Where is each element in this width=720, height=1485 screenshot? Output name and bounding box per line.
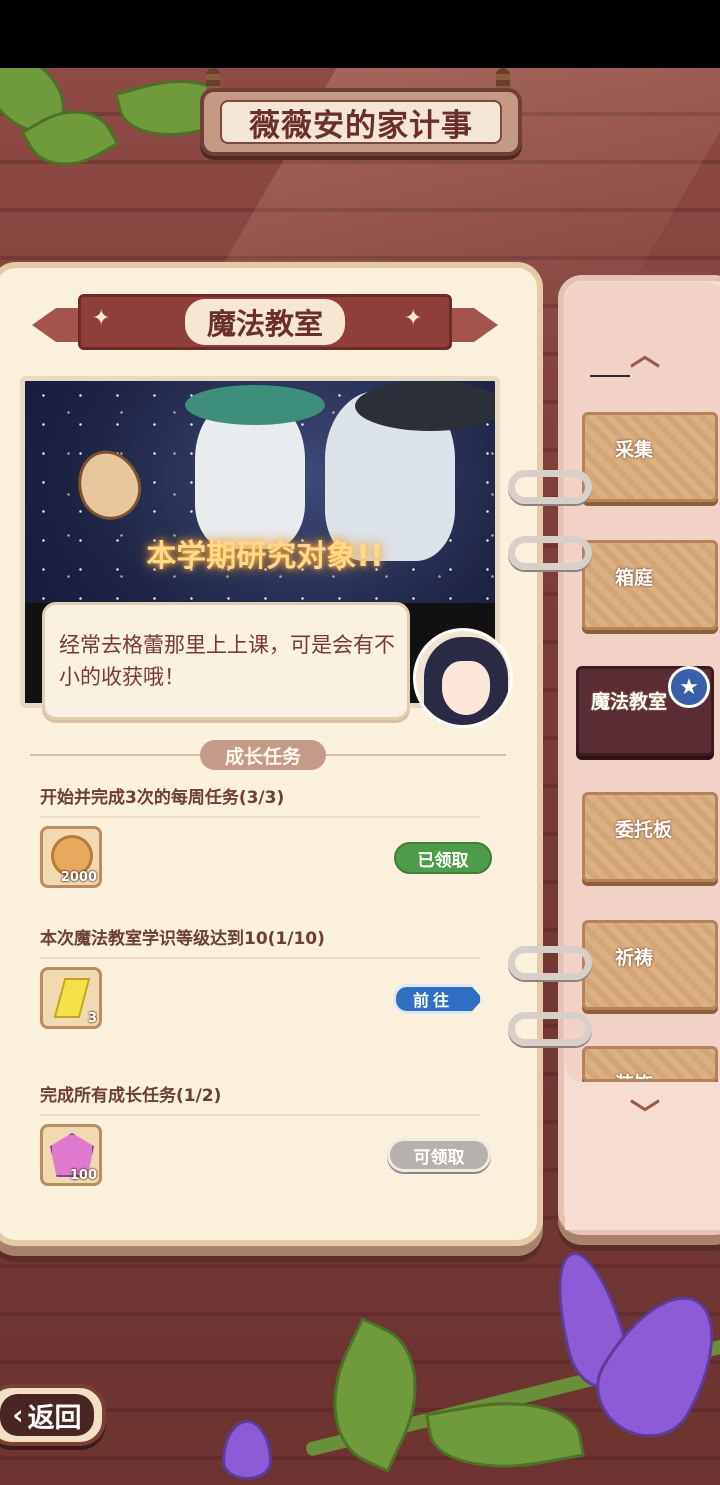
reward-item[interactable]: 100 (40, 1124, 102, 1186)
back-arrow-icon: ‹ (12, 1399, 24, 1431)
section-banner: 魔法教室 ✦ ✦ (32, 292, 498, 354)
npc-avatar (413, 628, 513, 728)
divider-left (30, 754, 200, 756)
avatar-face (442, 661, 490, 715)
tab-commission-board[interactable]: 委托板 (582, 792, 718, 882)
speech-bubble: 经常去格蕾那里上上课，可是会有不小的收获哦！ (42, 602, 410, 720)
back-text: 返回 (27, 1402, 82, 1434)
section-title: 魔法教室 (184, 299, 345, 345)
task-title: 完成所有成长任务(1/2) (40, 1086, 222, 1106)
tasks-header: 成长任务 (200, 740, 326, 770)
tab-scroll-up-icon[interactable]: ︿ (630, 330, 660, 374)
task-title: 本次魔法教室学识等级达到10(1/10) (40, 929, 325, 949)
binder-ring (508, 470, 592, 504)
reward-qty: 3 (87, 1011, 97, 1026)
sparkle-icon: ✦ (92, 306, 111, 331)
go-button[interactable]: 前往 (393, 984, 483, 1014)
binder-ring (508, 946, 592, 980)
task-divider (40, 816, 480, 818)
tab-gather[interactable]: 采集 (582, 412, 718, 502)
binder-ring (508, 1012, 592, 1046)
tab-prayer[interactable]: 祈祷 (582, 920, 718, 1010)
claim-button[interactable]: 可领取 (387, 1138, 491, 1172)
dialog-text: 经常去格蕾那里上上课，可是会有不小的收获哦！ (59, 633, 395, 689)
divider-right (326, 754, 506, 756)
binder-ring (508, 536, 592, 570)
page-title: 薇薇安的家计事 (249, 107, 473, 144)
star-badge-icon: ★ (668, 666, 710, 708)
reward-item[interactable]: 3 (40, 967, 102, 1029)
divider (590, 375, 630, 377)
task-title: 开始并完成3次的每周任务(3/3) (40, 788, 285, 808)
reward-qty: 2000 (60, 870, 97, 885)
tab-label: 委托板 (615, 819, 673, 841)
reward-qty: 100 (69, 1168, 97, 1183)
tab-label: 魔法教室 (591, 691, 668, 713)
back-button[interactable]: ‹ 返回 (0, 1384, 106, 1446)
tab-label: 装饰 (615, 1069, 653, 1079)
task-divider (40, 957, 480, 959)
witch-hat (185, 385, 325, 425)
back-button-label: ‹ 返回 (0, 1394, 94, 1436)
tab-label: 箱庭 (615, 567, 654, 589)
claimed-button[interactable]: 已领取 (394, 842, 492, 874)
tab-garden[interactable]: 箱庭 (582, 540, 718, 630)
title-plate: 薇薇安的家计事 (220, 100, 502, 144)
tab-decoration[interactable]: 装饰 (582, 1046, 718, 1082)
status-bar (0, 0, 720, 68)
banner-body: 魔法教室 (78, 294, 452, 350)
title-sign: 薇薇安的家计事 (200, 88, 522, 156)
tab-scroll-down-icon[interactable]: ﹀ (630, 1090, 660, 1134)
art-caption: 本学期研究对象!! (146, 539, 384, 574)
crystal-shard-icon (53, 978, 91, 1018)
tab-label: 采集 (615, 439, 654, 461)
sparkle-icon: ✦ (404, 306, 423, 331)
witch-hat (355, 381, 495, 431)
tab-label: 祈祷 (615, 947, 654, 969)
reward-item[interactable]: 2000 (40, 826, 102, 888)
task-divider (40, 1114, 480, 1116)
